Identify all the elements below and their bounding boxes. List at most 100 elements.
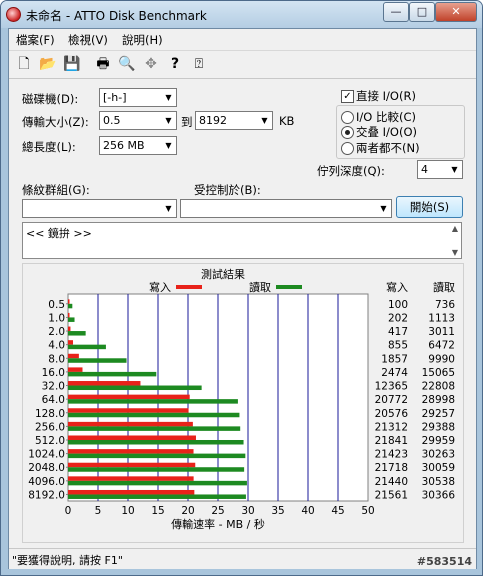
menu-help[interactable]: 說明(H)	[122, 32, 163, 48]
category-label: 0.5	[48, 299, 65, 311]
value-read: 30366	[422, 489, 456, 501]
chevron-down-icon: ▼	[380, 204, 387, 213]
transfer-from-select[interactable]: 0.5 ▼	[99, 111, 177, 130]
bar-read	[68, 399, 238, 404]
value-read: 30263	[422, 449, 455, 461]
title-bar[interactable]: 未命名 - ATTO Disk Benchmark — □ ✕	[1, 1, 482, 28]
stripe-group-label: 條紋群組(G):	[22, 183, 90, 197]
value-write: 855	[388, 340, 408, 352]
x-tick-label: 0	[65, 505, 72, 517]
bar-read	[68, 453, 246, 459]
legend-label-write: 寫入	[149, 280, 171, 294]
column-header-read: 讀取	[433, 280, 455, 294]
menu-file[interactable]: 檔案(F)	[16, 32, 55, 48]
app-icon[interactable]	[6, 7, 21, 22]
radio-overlapped-io-label: 交叠 I/O(O)	[356, 125, 417, 139]
close-button[interactable]: ✕	[435, 2, 477, 22]
value-write: 21312	[375, 421, 408, 433]
bar-write	[68, 326, 71, 332]
drive-select[interactable]: [-h-] ▼	[99, 88, 177, 107]
description-text: << 鏡拚 >>	[26, 227, 92, 240]
print-preview-icon[interactable]: 🔍	[117, 54, 137, 74]
stripe-group-select[interactable]: ▼	[22, 199, 177, 218]
chevron-down-icon: ▼	[165, 141, 172, 150]
category-label: 64.0	[42, 394, 65, 406]
scroll-up-icon[interactable]: ▲	[452, 224, 458, 233]
value-read: 28998	[422, 394, 455, 406]
value-read: 29257	[422, 408, 455, 420]
bar-read	[68, 426, 241, 431]
open-folder-icon[interactable]: 📂	[38, 54, 58, 74]
window-title: 未命名 - ATTO Disk Benchmark	[26, 9, 207, 23]
bar-write	[68, 435, 196, 440]
radio-io-compare[interactable]	[341, 111, 354, 124]
category-label: 2048.0	[28, 462, 65, 474]
chevron-down-icon: ▼	[451, 165, 458, 174]
total-length-select[interactable]: 256 MB ▼	[99, 136, 177, 155]
bar-read	[68, 331, 86, 336]
x-tick-label: 50	[361, 505, 374, 517]
category-label: 8.0	[48, 353, 65, 365]
x-axis-label: 傳輸速率 - MB / 秒	[171, 517, 265, 531]
start-button[interactable]: 開始(S)	[396, 196, 463, 218]
transfer-size-label: 傳輸大小(Z):	[22, 115, 89, 129]
value-read: 30059	[422, 462, 455, 474]
minimize-button[interactable]: —	[383, 2, 409, 22]
chevron-down-icon: ▼	[165, 116, 172, 125]
x-tick-label: 35	[271, 505, 284, 517]
bar-read	[68, 480, 247, 486]
maximize-button[interactable]: □	[409, 2, 435, 22]
legend-swatch-write	[176, 285, 202, 289]
value-read: 3011	[428, 326, 455, 338]
new-file-icon[interactable]: 🗋	[14, 54, 34, 74]
category-label: 4096.0	[28, 476, 65, 488]
transfer-from-value: 0.5	[103, 114, 121, 127]
value-read: 29388	[422, 421, 455, 433]
bar-read	[68, 358, 127, 363]
save-icon[interactable]: 💾	[62, 54, 82, 74]
x-tick-label: 25	[211, 505, 224, 517]
bar-write	[68, 449, 194, 454]
value-write: 21561	[375, 489, 408, 501]
transfer-to-value: 8192	[199, 114, 227, 127]
controlled-by-select[interactable]: ▼	[180, 199, 392, 218]
status-text: "要獲得說明, 請按 F1"	[12, 554, 123, 567]
chevron-down-icon: ▼	[165, 204, 172, 213]
category-label: 32.0	[42, 381, 65, 393]
category-label: 512.0	[35, 435, 65, 447]
bar-write	[68, 340, 74, 345]
controlled-by-label: 受控制於(B):	[194, 183, 261, 197]
value-write: 100	[388, 299, 408, 311]
menu-view[interactable]: 檢視(V)	[68, 32, 108, 48]
category-label: 128.0	[35, 408, 65, 420]
print-icon[interactable]: 🖶	[93, 54, 113, 74]
bar-write	[68, 312, 70, 318]
bar-read	[68, 439, 244, 445]
direct-io-checkbox[interactable]: ✓	[341, 90, 354, 103]
transfer-to-select[interactable]: 8192 ▼	[195, 111, 273, 130]
results-chart: 測試結果寫入 讀取 寫入 讀取 0 5 10 15 20 25 30 35 40 45 50 傳輸速率 - M…	[28, 267, 456, 531]
total-length-value: 256 MB	[103, 139, 145, 152]
bar-write	[68, 462, 196, 468]
category-label: 1024.0	[28, 449, 65, 461]
queue-depth-value: 4	[421, 163, 428, 176]
bar-write	[68, 489, 195, 495]
value-write: 417	[388, 326, 408, 338]
value-read: 6472	[428, 340, 455, 352]
value-read: 736	[435, 299, 455, 311]
context-help-icon[interactable]: ⍰	[189, 54, 209, 74]
help-icon[interactable]: ?	[165, 54, 185, 74]
radio-overlapped-io[interactable]	[341, 126, 354, 139]
x-tick-label: 15	[151, 505, 164, 517]
description-textarea[interactable]: << 鏡拚 >> ▲ ▼	[22, 222, 462, 259]
move-icon[interactable]: ✥	[141, 54, 161, 74]
bar-write	[68, 421, 193, 427]
scroll-down-icon[interactable]: ▼	[452, 248, 458, 257]
value-read: 29959	[422, 435, 455, 447]
drive-label: 磁碟機(D):	[22, 92, 79, 106]
bar-write	[68, 299, 70, 304]
queue-depth-select[interactable]: 4 ▼	[417, 160, 463, 179]
radio-neither[interactable]	[341, 142, 354, 155]
category-label: 16.0	[42, 367, 65, 379]
bar-read	[68, 412, 240, 418]
